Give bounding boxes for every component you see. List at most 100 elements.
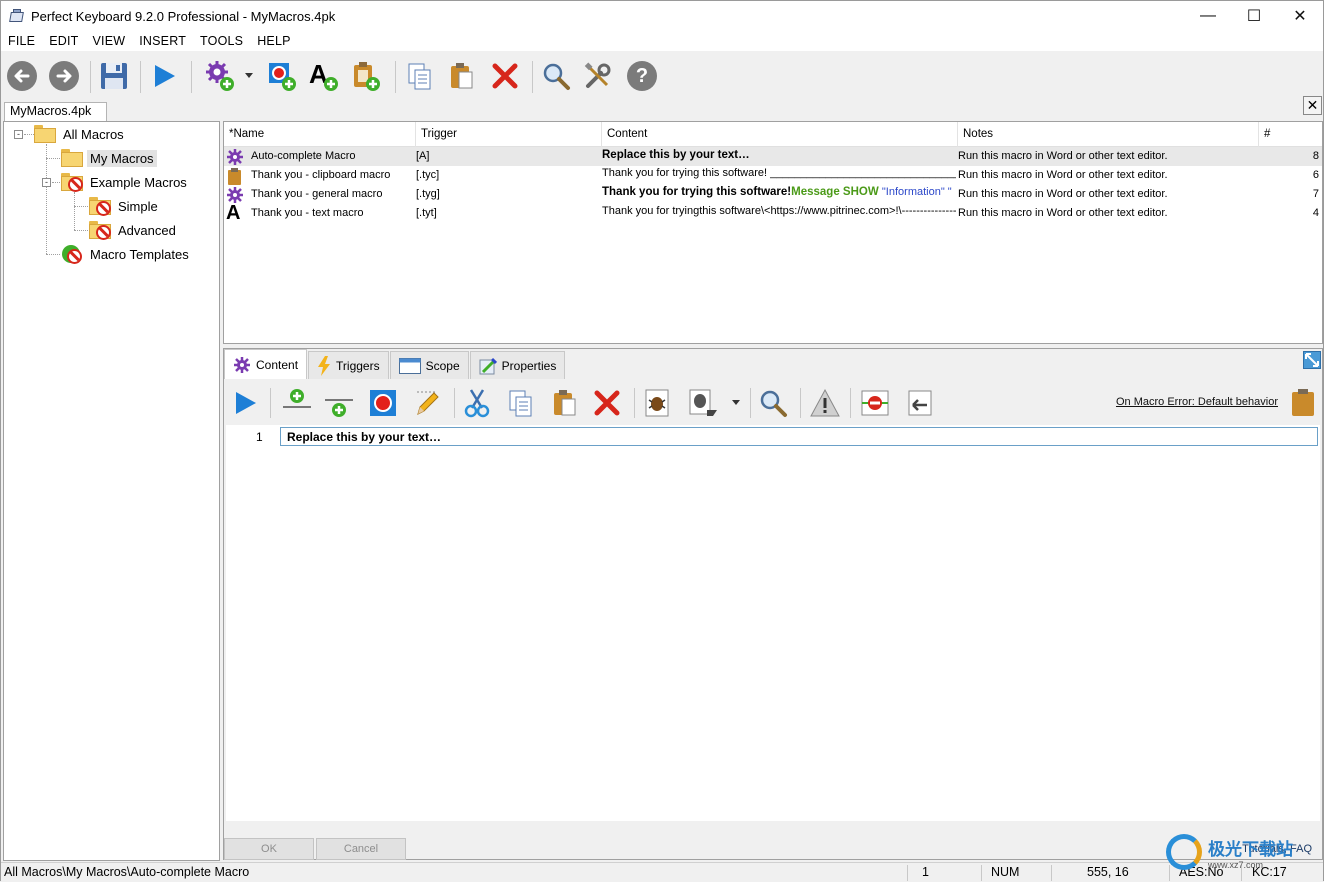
column-header-trigger[interactable]: Trigger [416,122,602,147]
menu-file[interactable]: FILE [1,34,42,48]
minimize-button[interactable]: — [1185,1,1231,31]
error-handling-button[interactable] [808,386,842,420]
help-button[interactable]: ? [625,59,659,93]
macro-row[interactable]: A Thank you - text macro [.tyt] Thank yo… [224,202,1322,224]
help-icon: ? [627,61,657,91]
tools-icon [584,62,611,88]
play-icon [155,65,175,87]
on-macro-error-link[interactable]: On Macro Error: Default behavior [1116,396,1278,408]
debug-options-button[interactable] [686,386,720,420]
forward-button[interactable] [47,59,81,93]
macro-content-editor[interactable]: 1 Replace this by your text… [226,425,1320,821]
undo-button[interactable] [902,386,936,420]
column-header-notes[interactable]: Notes [958,122,1259,147]
new-record-macro-button[interactable] [265,59,299,93]
debug-options-dropdown[interactable] [728,386,744,420]
menu-view[interactable]: VIEW [85,34,132,48]
macro-content: Thank you for trying this software!Messa… [602,186,952,198]
tab-properties[interactable]: Properties [469,351,566,379]
tree-item-advanced[interactable]: Advanced [89,219,179,241]
macro-content: Thank you for tryingthis software\<https… [602,205,956,217]
column-header-name[interactable]: *Name [224,122,416,147]
macro-number: 4 [1312,207,1319,219]
insert-line-above-button[interactable] [280,386,314,420]
search-icon [543,63,570,90]
debug-button[interactable] [640,386,674,420]
insert-line-below-button[interactable] [322,386,356,420]
paste-line-button[interactable] [548,386,582,420]
edit-button[interactable] [410,386,444,420]
macro-content: Replace this by your text… [602,149,750,161]
copy-button[interactable] [403,59,437,93]
tree-item-example-macros[interactable]: Example Macros [61,171,190,193]
site-watermark: 极光下载站 www.xz7.com [1166,828,1316,876]
menu-tools[interactable]: TOOLS [193,34,250,48]
macro-notes: Run this macro in Word or other text edi… [958,207,1168,219]
tab-triggers[interactable]: Triggers [308,351,389,379]
maximize-button[interactable]: ☐ [1231,1,1277,31]
new-macro-button[interactable] [203,59,237,93]
macro-row[interactable]: Auto-complete Macro [A] Replace this by … [224,147,1322,166]
tools-button[interactable] [581,59,615,93]
delete-icon [492,63,518,89]
cancel-button[interactable]: Cancel [316,838,406,860]
macro-name: Thank you - general macro [251,188,383,200]
menu-help[interactable]: HELP [250,34,297,48]
new-text-macro-button[interactable]: A [307,59,341,93]
cut-button[interactable] [460,386,494,420]
run-button[interactable] [228,386,262,420]
line-number: 1 [256,430,263,444]
save-button[interactable] [97,59,131,93]
watermark-logo-icon [1166,834,1202,870]
find-button[interactable] [756,386,790,420]
delete-line-button[interactable] [590,386,624,420]
tab-scope[interactable]: Scope [389,351,469,379]
insert-below-icon [325,399,353,417]
macro-content: Thank you for trying this software! ____… [602,167,956,179]
run-macro-button[interactable] [147,59,181,93]
ok-button[interactable]: OK [224,838,314,860]
record-button[interactable] [366,386,400,420]
back-icon [7,61,37,91]
paste-button[interactable] [445,59,479,93]
status-count: 1 [922,865,929,879]
copy-line-button[interactable] [504,386,538,420]
delete-icon [594,390,620,416]
tree-item-all-macros[interactable]: All Macros [34,123,127,145]
column-header-content[interactable]: Content [602,122,958,147]
menu-edit[interactable]: EDIT [42,34,85,48]
template-disabled-icon [61,244,83,264]
status-num-lock: NUM [991,865,1020,879]
macro-name: Thank you - text macro [251,207,364,219]
disable-line-button[interactable] [858,386,892,420]
menu-insert[interactable]: INSERT [132,34,193,48]
search-button[interactable] [539,59,573,93]
close-document-button[interactable]: ✕ [1303,96,1322,115]
document-tab[interactable]: MyMacros.4pk [4,102,107,121]
warning-icon [810,388,840,417]
macro-notes: Run this macro in Word or other text edi… [958,169,1168,181]
tree-item-macro-templates[interactable]: Macro Templates [61,243,192,265]
tree-expander-all-macros[interactable]: - [14,130,23,139]
column-header-number[interactable]: # [1259,122,1322,147]
macro-line[interactable]: Replace this by your text… [280,427,1318,446]
tree-item-my-macros[interactable]: My Macros [61,147,157,169]
back-button[interactable] [5,59,39,93]
new-clipboard-macro-button[interactable] [349,59,383,93]
tab-content[interactable]: Content [224,349,308,379]
lightning-icon [318,355,331,376]
close-button[interactable]: ✕ [1277,1,1323,31]
gear-icon [227,149,243,165]
tree-expander-example-macros[interactable]: - [42,178,51,187]
tree-item-simple[interactable]: Simple [89,195,161,217]
new-macro-dropdown[interactable] [241,59,257,93]
macro-number: 6 [1312,169,1319,181]
delete-button[interactable] [488,59,522,93]
macro-row[interactable]: Thank you - general macro [.tyg] Thank y… [224,185,1322,204]
pencil-icon [417,391,439,415]
clipboard-button[interactable] [1286,386,1320,420]
folder-icon [61,149,83,167]
new-macro-icon [206,61,234,91]
macro-row[interactable]: Thank you - clipboard macro [.tyc] Thank… [224,166,1322,185]
maximize-editor-button[interactable] [1303,351,1321,369]
